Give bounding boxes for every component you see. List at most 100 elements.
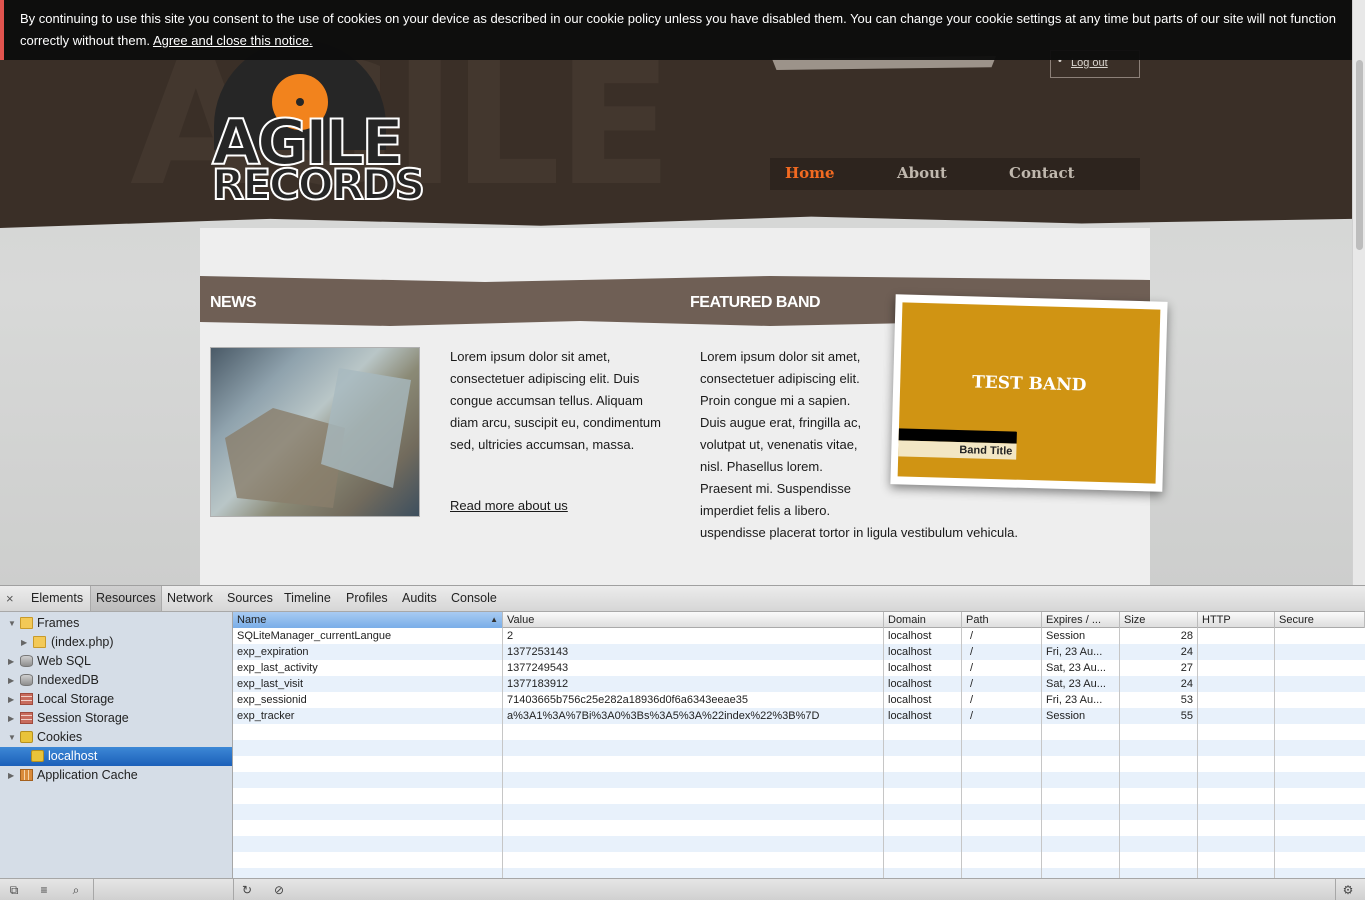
- cookie-agree-link[interactable]: Agree and close this notice.: [153, 33, 313, 48]
- tree-label: (index.php): [51, 635, 114, 649]
- cell-expires: Session: [1046, 630, 1086, 642]
- nav-home[interactable]: Home: [785, 164, 835, 182]
- cell-name: exp_last_activity: [237, 662, 318, 674]
- collapsed-triangle-icon[interactable]: ▶: [8, 766, 14, 785]
- gear-icon[interactable]: ⚙: [1340, 883, 1356, 897]
- cell-value: 1377253143: [507, 646, 569, 658]
- tab-console[interactable]: Console: [446, 586, 502, 611]
- tree-item-local-storage[interactable]: ▶ Local Storage: [0, 690, 232, 709]
- tree-label: localhost: [48, 749, 98, 763]
- column-header-secure[interactable]: Secure: [1275, 612, 1365, 628]
- tree-item-localhost[interactable]: localhost: [0, 747, 232, 766]
- cell-domain: localhost: [888, 630, 932, 642]
- cell-value: 1377249543: [507, 662, 569, 674]
- collapsed-triangle-icon[interactable]: ▶: [8, 652, 14, 671]
- page-scrollbar-thumb[interactable]: [1356, 60, 1363, 250]
- cell-size: 55: [1180, 710, 1193, 722]
- cell-secure: [1275, 708, 1365, 724]
- news-body: Lorem ipsum dolor sit amet, consectetuer…: [450, 349, 661, 452]
- nav-contact[interactable]: Contact: [1009, 164, 1075, 182]
- tab-elements[interactable]: Elements: [26, 586, 88, 611]
- cell-expires: Session: [1046, 710, 1086, 722]
- tree-label: Cookies: [37, 730, 83, 744]
- tree-label: Application Cache: [37, 768, 138, 782]
- tree-item-cookies[interactable]: ▼ Cookies: [0, 728, 232, 747]
- featured-band-title: FEATURED BAND: [690, 294, 821, 311]
- column-header-http[interactable]: HTTP: [1198, 612, 1275, 628]
- dock-icon[interactable]: ⧉: [6, 883, 22, 897]
- cell-value: 2: [507, 630, 514, 642]
- cookie-banner: By continuing to use this site you conse…: [0, 0, 1352, 60]
- collapsed-triangle-icon[interactable]: ▶: [21, 633, 27, 652]
- table-row[interactable]: SQLiteManager_currentLangue 2 localhost …: [233, 628, 1365, 644]
- tree-item-index-php[interactable]: ▶ (index.php): [0, 633, 232, 652]
- cell-secure: [1275, 628, 1365, 644]
- column-header-value[interactable]: Value: [503, 612, 884, 628]
- devtools-statusbar: ⧉ ≡ ⌕ ↻ ⊘ ⚙: [0, 878, 1365, 900]
- statusbar-divider: [1335, 879, 1336, 900]
- tab-audits[interactable]: Audits: [397, 586, 442, 611]
- search-icon[interactable]: ⌕: [68, 883, 84, 897]
- folder-icon: [33, 636, 46, 648]
- cell-path: /: [970, 662, 974, 674]
- console-drawer-icon[interactable]: ≡: [36, 883, 52, 897]
- table-row[interactable]: exp_sessionid 71403665b756c25e282a18936d…: [233, 692, 1365, 708]
- column-header-path[interactable]: Path: [962, 612, 1042, 628]
- collapsed-triangle-icon[interactable]: ▶: [8, 690, 14, 709]
- tab-network[interactable]: Network: [162, 586, 218, 611]
- band-name: TEST BAND: [971, 372, 1087, 396]
- cell-value: 71403665b756c25e282a18936d0f6a6343eeae35: [507, 694, 749, 706]
- cell-size: 24: [1180, 678, 1193, 690]
- column-header-size[interactable]: Size: [1120, 612, 1198, 628]
- tab-profiles[interactable]: Profiles: [341, 586, 393, 611]
- cell-http: [1198, 628, 1274, 644]
- tab-timeline[interactable]: Timeline: [279, 586, 336, 611]
- close-icon[interactable]: ×: [6, 591, 14, 606]
- tab-resources[interactable]: Resources: [90, 586, 162, 611]
- nav-about[interactable]: About: [897, 164, 947, 182]
- cell-value: a%3A1%3A%7Bi%3A0%3Bs%3A5%3A%22index%22%3…: [507, 710, 820, 722]
- tree-item-application-cache[interactable]: ▶ Application Cache: [0, 766, 232, 785]
- table-row[interactable]: exp_last_activity 1377249543 localhost /…: [233, 660, 1365, 676]
- tree-item-frames[interactable]: ▼ Frames: [0, 614, 232, 633]
- table-row[interactable]: exp_tracker a%3A1%3A%7Bi%3A0%3Bs%3A5%3A%…: [233, 708, 1365, 724]
- table-row[interactable]: exp_expiration 1377253143 localhost / Fr…: [233, 644, 1365, 660]
- cell-name: exp_last_visit: [237, 678, 304, 690]
- column-header-name[interactable]: Name ▲: [233, 612, 503, 628]
- tree-item-session-storage[interactable]: ▶ Session Storage: [0, 709, 232, 728]
- cell-domain: localhost: [888, 662, 932, 674]
- cell-expires: Fri, 23 Au...: [1046, 646, 1103, 658]
- sort-ascending-icon: ▲: [490, 615, 498, 624]
- clear-icon[interactable]: ⊘: [271, 883, 287, 897]
- tree-label: Local Storage: [37, 692, 115, 706]
- table-header: Name ▲ Value Domain Path Expires / ... S…: [233, 612, 1365, 628]
- cell-domain: localhost: [888, 710, 932, 722]
- table-row[interactable]: exp_last_visit 1377183912 localhost / Sa…: [233, 676, 1365, 692]
- expanded-triangle-icon[interactable]: ▼: [8, 728, 16, 747]
- cookie-message: By continuing to use this site you conse…: [20, 8, 1336, 52]
- collapsed-triangle-icon[interactable]: ▶: [8, 671, 14, 690]
- cell-http: [1198, 692, 1274, 708]
- tree-item-indexeddb[interactable]: ▶ IndexedDB: [0, 671, 232, 690]
- column-header-domain[interactable]: Domain: [884, 612, 962, 628]
- cell-expires: Sat, 23 Au...: [1046, 678, 1106, 690]
- column-header-expires[interactable]: Expires / ...: [1042, 612, 1120, 628]
- cell-secure: [1275, 644, 1365, 660]
- featured-band-card[interactable]: TEST BAND Band Title: [890, 294, 1168, 492]
- website-viewport: AGILE AGILE RECORDS • Log out Home About…: [0, 0, 1352, 585]
- storage-grid-icon: [20, 693, 33, 705]
- database-icon: [20, 655, 33, 667]
- collapsed-triangle-icon[interactable]: ▶: [8, 709, 14, 728]
- agile-records-logo[interactable]: AGILE RECORDS: [211, 40, 426, 210]
- cell-name: exp_tracker: [237, 710, 295, 722]
- record-hole-icon: [296, 98, 304, 106]
- refresh-icon[interactable]: ↻: [239, 883, 255, 897]
- band-card-image: TEST BAND Band Title: [897, 302, 1161, 484]
- page-scrollbar[interactable]: [1352, 0, 1365, 585]
- expanded-triangle-icon[interactable]: ▼: [8, 614, 16, 633]
- read-more-link[interactable]: Read more about us: [450, 498, 568, 513]
- cell-domain: localhost: [888, 646, 932, 658]
- tab-sources[interactable]: Sources: [222, 586, 278, 611]
- cell-http: [1198, 660, 1274, 676]
- tree-item-web-sql[interactable]: ▶ Web SQL: [0, 652, 232, 671]
